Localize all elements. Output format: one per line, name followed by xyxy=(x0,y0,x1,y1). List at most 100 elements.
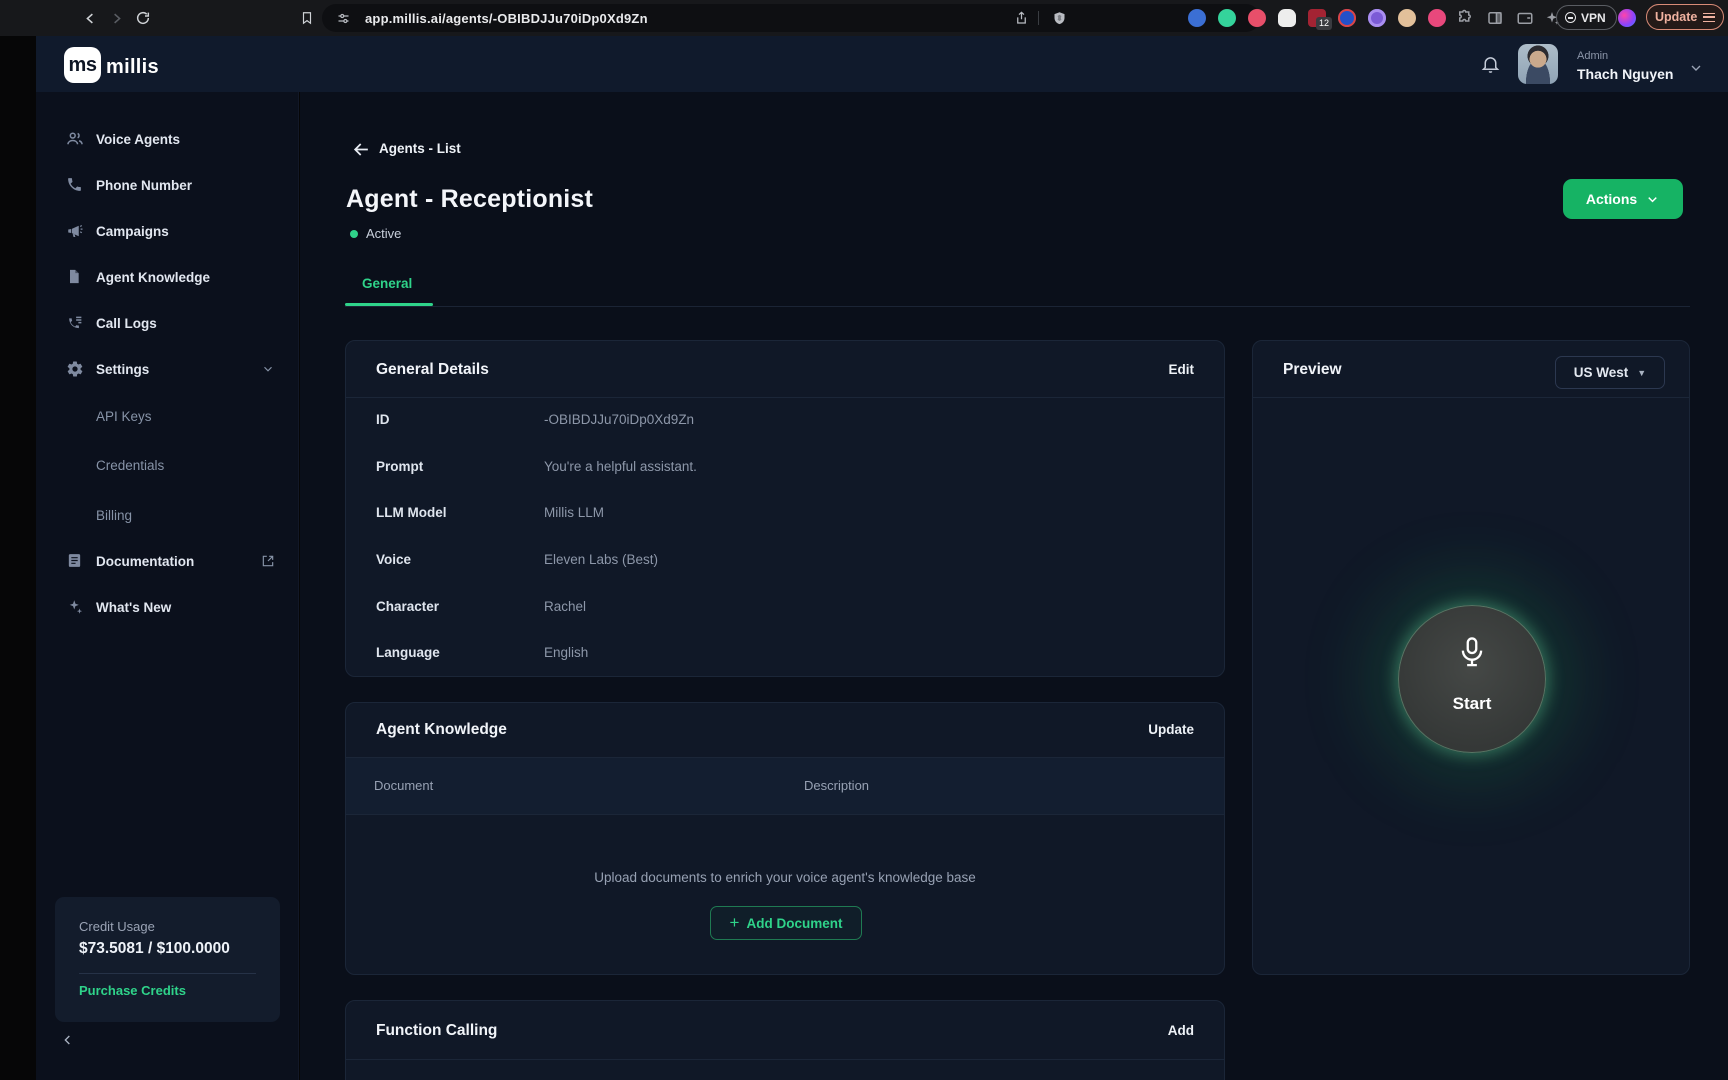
row-value: You're a helpful assistant. xyxy=(544,459,697,474)
extension-avatar-icon[interactable] xyxy=(1398,9,1416,27)
status-dot xyxy=(350,230,358,238)
credit-usage-label: Credit Usage xyxy=(79,919,155,934)
share-icon[interactable] xyxy=(1014,10,1029,26)
sparkles-icon xyxy=(66,598,84,616)
extension-badge: 12 xyxy=(1316,17,1332,30)
browser-forward-icon[interactable] xyxy=(104,6,128,30)
profile-avatar-icon[interactable] xyxy=(1618,9,1636,27)
screen: app.millis.ai/agents/-OBIBDJJu70iDp0Xd9Z… xyxy=(0,0,1728,1080)
tab-general[interactable]: General xyxy=(362,276,412,291)
gear-icon xyxy=(66,360,84,378)
chevron-down-icon[interactable] xyxy=(261,362,275,376)
notifications-bell-icon[interactable] xyxy=(1480,53,1501,75)
divider xyxy=(345,306,1690,307)
card-header: Function Calling Add xyxy=(346,1001,1224,1060)
sidebar: Voice Agents Phone Number Campaigns Agen… xyxy=(36,92,299,1080)
extension-pink-icon[interactable] xyxy=(1428,9,1446,27)
browser-reload-icon[interactable] xyxy=(131,6,155,30)
detail-row-voice: Voice Eleven Labs (Best) xyxy=(346,538,1224,584)
browser-update-button[interactable]: Update xyxy=(1646,4,1724,30)
status-badge: Active xyxy=(366,226,401,241)
browser-back-icon[interactable] xyxy=(78,6,102,30)
sidebar-item-phone-number[interactable]: Phone Number xyxy=(36,167,299,203)
sidebar-item-campaigns[interactable]: Campaigns xyxy=(36,213,299,249)
region-select[interactable]: US West ▼ xyxy=(1555,356,1665,389)
extension-green-icon[interactable] xyxy=(1218,9,1236,27)
row-label: LLM Model xyxy=(376,505,447,520)
vpn-label: VPN xyxy=(1581,11,1606,25)
start-call-button[interactable]: Start xyxy=(1398,605,1546,753)
sidebar-label: Credentials xyxy=(96,458,164,473)
plus-icon: + xyxy=(730,913,740,933)
row-value: Millis LLM xyxy=(544,505,604,520)
detail-row-prompt: Prompt You're a helpful assistant. xyxy=(346,445,1224,491)
row-label: Voice xyxy=(376,552,411,567)
credit-usage-value: $73.5081 / $100.0000 xyxy=(79,940,230,958)
sidebar-collapse-icon[interactable] xyxy=(60,1032,76,1048)
card-header: Agent Knowledge Update xyxy=(346,703,1224,758)
sidebar-item-settings[interactable]: Settings xyxy=(36,351,299,387)
file-icon xyxy=(66,268,84,286)
address-bar[interactable]: app.millis.ai/agents/-OBIBDJJu70iDp0Xd9Z… xyxy=(322,4,1260,32)
extensions-puzzle-icon[interactable] xyxy=(1456,9,1474,27)
brand-name[interactable]: millis xyxy=(106,56,159,79)
app-header: ms millis Admin Thach Nguyen xyxy=(36,36,1728,92)
row-label: Character xyxy=(376,599,439,614)
update-button[interactable]: Update xyxy=(1148,722,1194,737)
bookmark-icon[interactable] xyxy=(295,6,319,30)
phone-icon xyxy=(66,176,84,194)
actions-button[interactable]: Actions xyxy=(1563,179,1683,219)
sidebar-item-api-keys[interactable]: API Keys xyxy=(36,398,299,434)
card-title: Function Calling xyxy=(376,1022,497,1040)
vpn-icon xyxy=(1565,12,1576,23)
purchase-credits-link[interactable]: Purchase Credits xyxy=(79,983,186,998)
extension-badged-icon[interactable]: 12 xyxy=(1308,9,1326,27)
breadcrumb[interactable]: Agents - List xyxy=(379,141,461,156)
extension-purple-icon[interactable] xyxy=(1368,9,1386,27)
sidebar-item-credentials[interactable]: Credentials xyxy=(36,447,299,483)
sidebar-label: What's New xyxy=(96,600,171,615)
column-document: Document xyxy=(374,778,433,793)
sidebar-label: Billing xyxy=(96,508,132,523)
sidebar-item-voice-agents[interactable]: Voice Agents xyxy=(36,121,299,157)
extension-blocked-icon[interactable] xyxy=(1338,9,1356,27)
knowledge-empty-text: Upload documents to enrich your voice ag… xyxy=(346,870,1224,885)
row-label: Language xyxy=(376,645,440,660)
extension-cloud-icon[interactable] xyxy=(1278,9,1296,27)
microphone-icon xyxy=(1457,636,1487,670)
sidebar-item-billing[interactable]: Billing xyxy=(36,497,299,533)
site-settings-icon[interactable] xyxy=(336,11,351,26)
add-document-button[interactable]: + Add Document xyxy=(710,906,862,940)
sidebar-item-documentation[interactable]: Documentation xyxy=(36,543,299,579)
sidebar-toggle-icon[interactable] xyxy=(1486,9,1504,27)
row-label: ID xyxy=(376,412,390,427)
card-header: General Details Edit xyxy=(346,341,1224,398)
vpn-button[interactable]: VPN xyxy=(1556,5,1617,30)
agent-knowledge-card: Agent Knowledge Update Document Descript… xyxy=(345,702,1225,975)
dropdown-caret-icon: ▼ xyxy=(1637,368,1646,378)
extension-red-icon[interactable] xyxy=(1248,9,1266,27)
sidebar-item-agent-knowledge[interactable]: Agent Knowledge xyxy=(36,259,299,295)
user-avatar[interactable] xyxy=(1518,44,1558,84)
wallet-icon[interactable] xyxy=(1516,9,1534,27)
user-menu-chevron-icon[interactable] xyxy=(1688,60,1704,76)
general-details-card: General Details Edit ID -OBIBDJJu70iDp0X… xyxy=(345,340,1225,677)
function-calling-card: Function Calling Add xyxy=(345,1000,1225,1080)
divider xyxy=(79,973,256,974)
card-title: Preview xyxy=(1283,361,1342,379)
edit-button[interactable]: Edit xyxy=(1169,362,1195,377)
sidebar-label: Campaigns xyxy=(96,224,169,239)
credit-usage-box: Credit Usage $73.5081 / $100.0000 Purcha… xyxy=(55,897,280,1022)
sidebar-label: Phone Number xyxy=(96,178,192,193)
add-button[interactable]: Add xyxy=(1168,1023,1194,1038)
sidebar-item-whats-new[interactable]: What's New xyxy=(36,589,299,625)
sidebar-label: Documentation xyxy=(96,554,194,569)
brand-logo[interactable]: ms xyxy=(64,47,101,83)
knowledge-table-header: Document Description xyxy=(346,758,1224,815)
divider xyxy=(1038,11,1039,25)
brave-shield-icon[interactable] xyxy=(1052,10,1067,27)
extension-shield-icon[interactable] xyxy=(1188,9,1206,27)
user-name: Thach Nguyen xyxy=(1577,66,1673,82)
back-arrow-icon[interactable] xyxy=(352,140,371,159)
sidebar-item-call-logs[interactable]: Call Logs xyxy=(36,305,299,341)
